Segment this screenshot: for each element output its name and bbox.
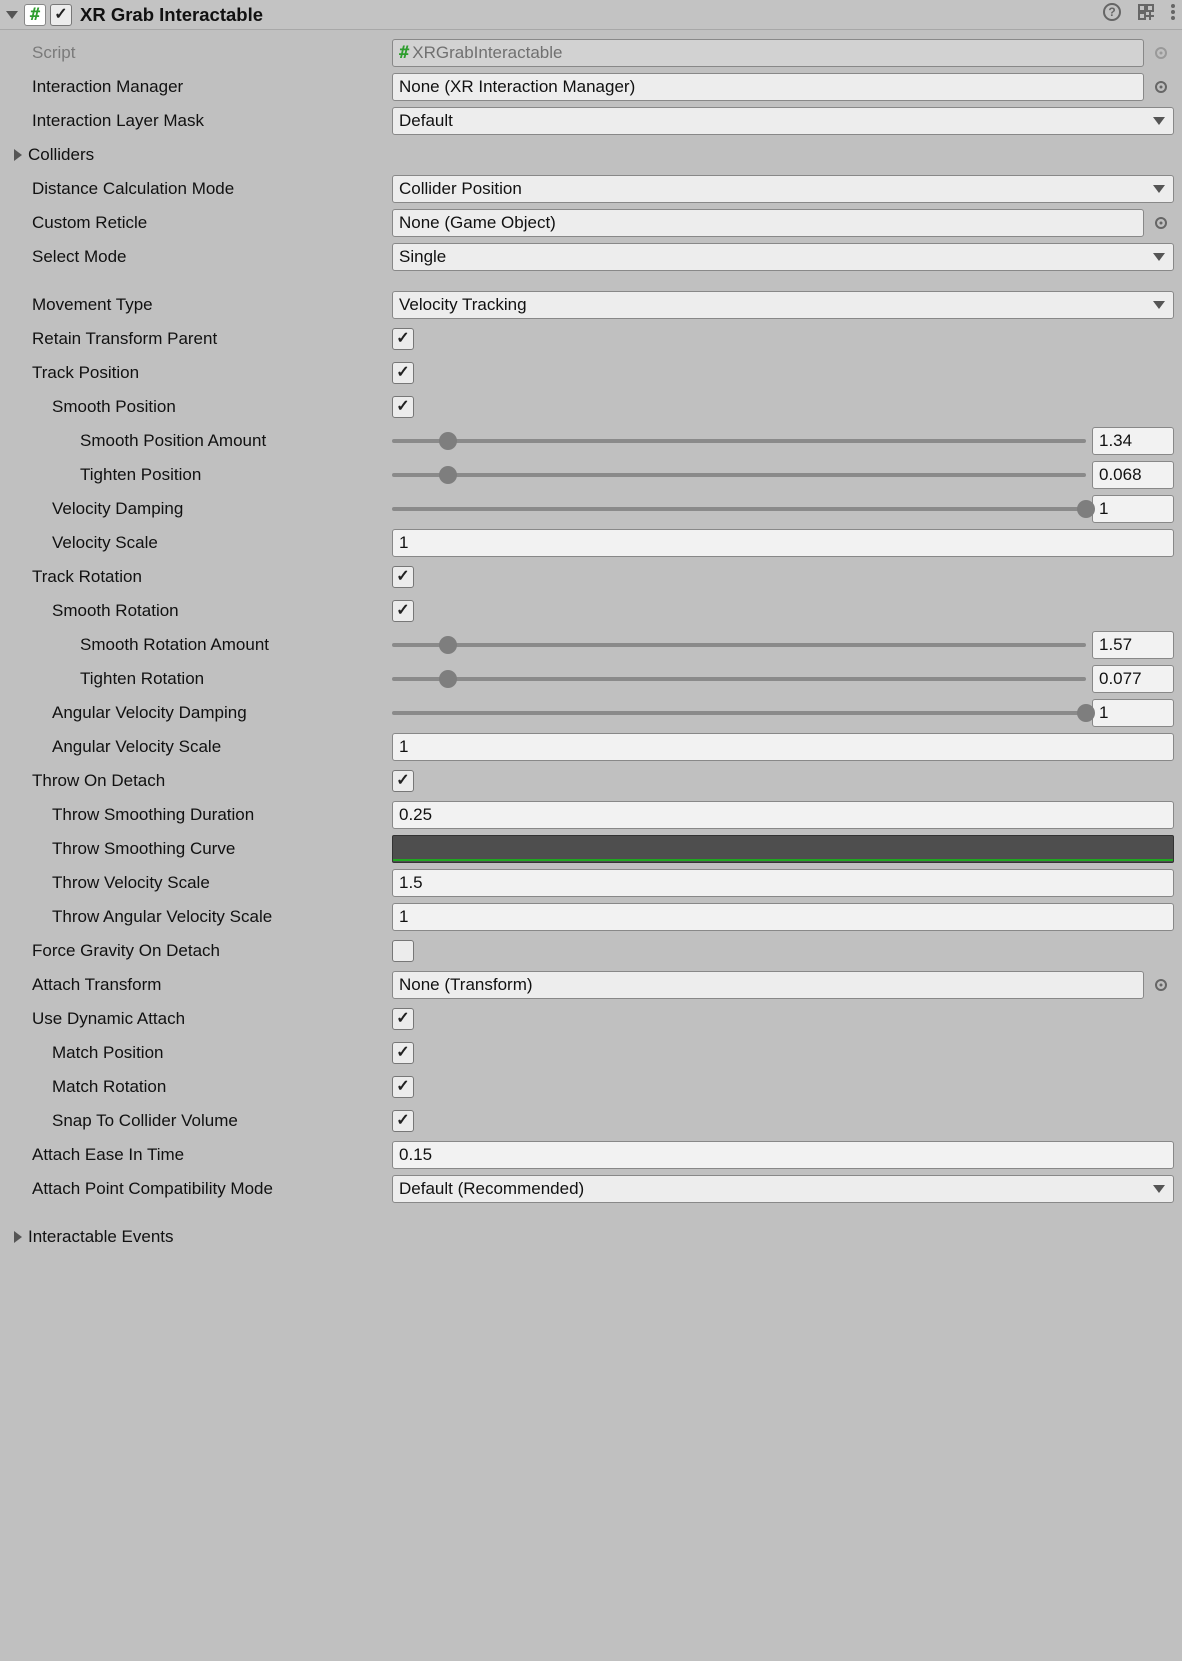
snap-to-collider-volume-label: Snap To Collider Volume <box>8 1111 392 1131</box>
script-type-icon: # <box>24 4 46 26</box>
smooth-position-amount-slider[interactable] <box>392 431 1086 451</box>
tighten-position-value[interactable]: 0.068 <box>1092 461 1174 489</box>
script-value: XRGrabInteractable <box>412 43 562 63</box>
force-gravity-on-detach-checkbox[interactable] <box>392 940 414 962</box>
chevron-down-icon <box>1153 117 1165 125</box>
component-title: XR Grab Interactable <box>80 4 1102 26</box>
context-menu-icon[interactable] <box>1170 2 1176 27</box>
smooth-rotation-amount-slider[interactable] <box>392 635 1086 655</box>
custom-reticle-label: Custom Reticle <box>8 213 392 233</box>
preset-icon[interactable] <box>1136 2 1156 27</box>
velocity-damping-value[interactable]: 1 <box>1092 495 1174 523</box>
velocity-scale-label: Velocity Scale <box>8 533 392 553</box>
script-label: Script <box>8 43 392 63</box>
velocity-damping-label: Velocity Damping <box>8 499 392 519</box>
throw-on-detach-label: Throw On Detach <box>8 771 392 791</box>
throw-velocity-scale-input[interactable] <box>392 869 1174 897</box>
distance-calc-mode-dropdown[interactable]: Collider Position <box>392 175 1174 203</box>
throw-smoothing-duration-input[interactable] <box>392 801 1174 829</box>
tighten-rotation-label: Tighten Rotation <box>8 669 392 689</box>
interaction-layer-mask-value: Default <box>399 111 453 131</box>
chevron-down-icon <box>1153 301 1165 309</box>
throw-smoothing-curve-label: Throw Smoothing Curve <box>8 839 392 859</box>
tighten-rotation-value[interactable]: 0.077 <box>1092 665 1174 693</box>
smooth-position-checkbox[interactable] <box>392 396 414 418</box>
snap-to-collider-volume-checkbox[interactable] <box>392 1110 414 1132</box>
attach-transform-picker-icon[interactable] <box>1148 977 1174 993</box>
foldout-arrow-icon <box>14 149 22 161</box>
match-position-checkbox[interactable] <box>392 1042 414 1064</box>
smooth-position-label: Smooth Position <box>8 397 392 417</box>
angular-velocity-damping-value[interactable]: 1 <box>1092 699 1174 727</box>
select-mode-dropdown[interactable]: Single <box>392 243 1174 271</box>
smooth-rotation-amount-label: Smooth Rotation Amount <box>8 635 392 655</box>
custom-reticle-field[interactable]: None (Game Object) <box>392 209 1144 237</box>
angular-velocity-scale-label: Angular Velocity Scale <box>8 737 392 757</box>
tighten-rotation-slider[interactable] <box>392 669 1086 689</box>
attach-transform-label: Attach Transform <box>8 975 392 995</box>
force-gravity-on-detach-label: Force Gravity On Detach <box>8 941 392 961</box>
enable-component-checkbox[interactable] <box>50 4 72 26</box>
attach-ease-in-time-input[interactable] <box>392 1141 1174 1169</box>
interaction-manager-picker-icon[interactable] <box>1148 79 1174 95</box>
collapse-toggle-icon[interactable] <box>6 11 18 19</box>
throw-smoothing-duration-label: Throw Smoothing Duration <box>8 805 392 825</box>
attach-point-compat-dropdown[interactable]: Default (Recommended) <box>392 1175 1174 1203</box>
velocity-scale-input[interactable] <box>392 529 1174 557</box>
throw-velocity-scale-label: Throw Velocity Scale <box>8 873 392 893</box>
throw-angular-velocity-scale-input[interactable] <box>392 903 1174 931</box>
chevron-down-icon <box>1153 253 1165 261</box>
tighten-position-label: Tighten Position <box>8 465 392 485</box>
script-hash-icon: # <box>399 43 409 63</box>
track-rotation-label: Track Rotation <box>8 567 392 587</box>
help-icon[interactable]: ? <box>1102 2 1122 27</box>
inspector-component: # XR Grab Interactable ? Script # XRGrab… <box>0 0 1182 1264</box>
tighten-position-slider[interactable] <box>392 465 1086 485</box>
script-field: # XRGrabInteractable <box>392 39 1144 67</box>
match-rotation-checkbox[interactable] <box>392 1076 414 1098</box>
angular-velocity-damping-label: Angular Velocity Damping <box>8 703 392 723</box>
distance-calc-mode-label: Distance Calculation Mode <box>8 179 392 199</box>
interaction-manager-field[interactable]: None (XR Interaction Manager) <box>392 73 1144 101</box>
throw-smoothing-curve-field[interactable] <box>392 835 1174 863</box>
track-rotation-checkbox[interactable] <box>392 566 414 588</box>
angular-velocity-damping-slider[interactable] <box>392 703 1086 723</box>
colliders-foldout[interactable]: Colliders <box>8 145 392 165</box>
smooth-position-amount-label: Smooth Position Amount <box>8 431 392 451</box>
track-position-label: Track Position <box>8 363 392 383</box>
interaction-layer-mask-dropdown[interactable]: Default <box>392 107 1174 135</box>
chevron-down-icon <box>1153 185 1165 193</box>
retain-transform-parent-checkbox[interactable] <box>392 328 414 350</box>
use-dynamic-attach-checkbox[interactable] <box>392 1008 414 1030</box>
smooth-position-amount-value[interactable]: 1.34 <box>1092 427 1174 455</box>
attach-transform-field[interactable]: None (Transform) <box>392 971 1144 999</box>
retain-transform-parent-label: Retain Transform Parent <box>8 329 392 349</box>
angular-velocity-scale-input[interactable] <box>392 733 1174 761</box>
interaction-manager-value: None (XR Interaction Manager) <box>399 77 635 97</box>
throw-angular-velocity-scale-label: Throw Angular Velocity Scale <box>8 907 392 927</box>
interactable-events-foldout[interactable]: Interactable Events <box>8 1227 392 1247</box>
smooth-rotation-checkbox[interactable] <box>392 600 414 622</box>
match-rotation-label: Match Rotation <box>8 1077 392 1097</box>
component-header[interactable]: # XR Grab Interactable ? <box>0 0 1182 30</box>
use-dynamic-attach-label: Use Dynamic Attach <box>8 1009 392 1029</box>
attach-point-compat-label: Attach Point Compatibility Mode <box>8 1179 392 1199</box>
track-position-checkbox[interactable] <box>392 362 414 384</box>
script-picker-icon <box>1148 45 1174 61</box>
attach-ease-in-time-label: Attach Ease In Time <box>8 1145 392 1165</box>
select-mode-label: Select Mode <box>8 247 392 267</box>
foldout-arrow-icon <box>14 1231 22 1243</box>
velocity-damping-slider[interactable] <box>392 499 1086 519</box>
movement-type-dropdown[interactable]: Velocity Tracking <box>392 291 1174 319</box>
smooth-rotation-label: Smooth Rotation <box>8 601 392 621</box>
custom-reticle-picker-icon[interactable] <box>1148 215 1174 231</box>
interaction-manager-label: Interaction Manager <box>8 77 392 97</box>
chevron-down-icon <box>1153 1185 1165 1193</box>
smooth-rotation-amount-value[interactable]: 1.57 <box>1092 631 1174 659</box>
throw-on-detach-checkbox[interactable] <box>392 770 414 792</box>
interaction-layer-mask-label: Interaction Layer Mask <box>8 111 392 131</box>
movement-type-label: Movement Type <box>8 295 392 315</box>
match-position-label: Match Position <box>8 1043 392 1063</box>
svg-text:?: ? <box>1108 5 1115 19</box>
